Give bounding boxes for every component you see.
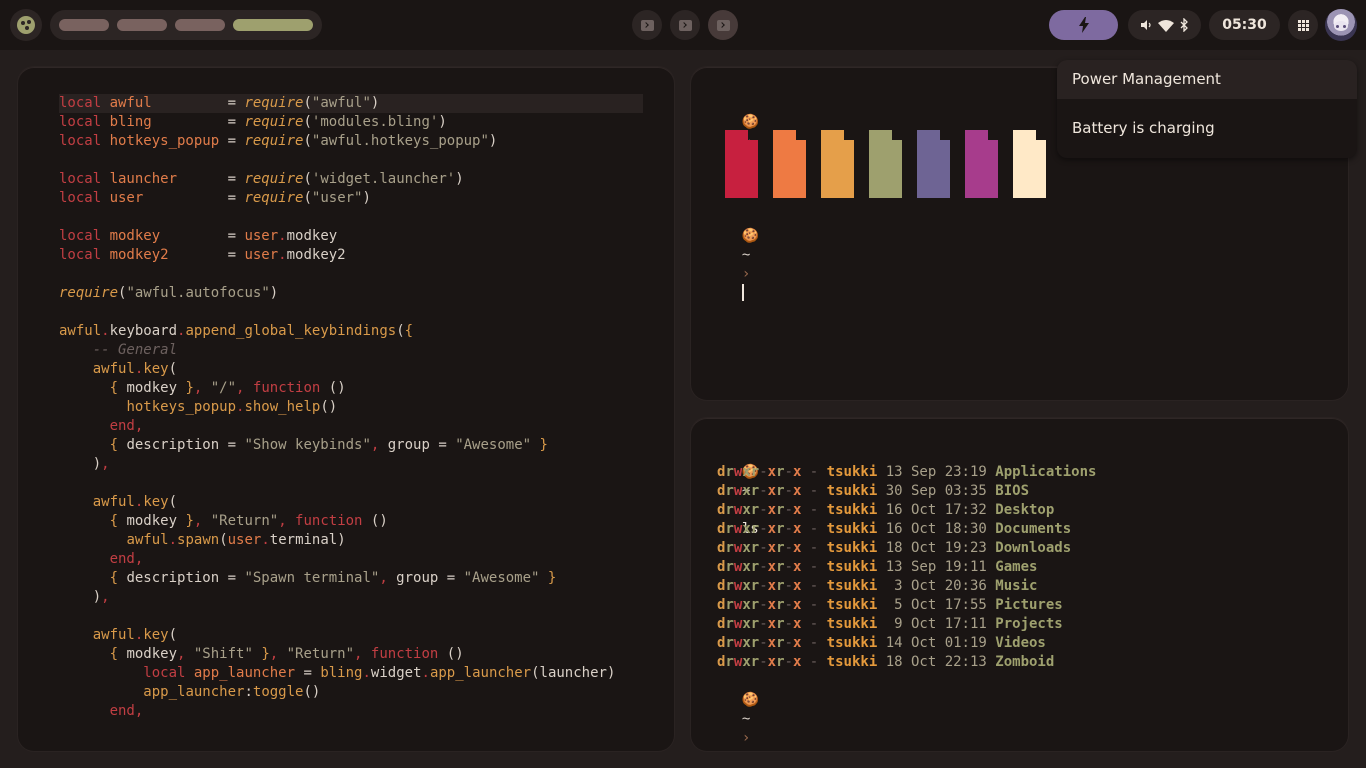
ls-entry: drwxr-xr-x - tsukki 14 Oct 01:19 Videos xyxy=(717,635,1046,651)
code-line[interactable]: awful.keyboard.append_global_keybindings… xyxy=(59,322,643,341)
workspace-tag-3[interactable] xyxy=(175,19,225,31)
cookie-icon xyxy=(17,16,35,34)
color-swatch xyxy=(773,130,806,198)
code-line[interactable] xyxy=(59,607,643,626)
editor-window[interactable]: local awful = require("awful") local blin… xyxy=(18,67,674,751)
code-line[interactable] xyxy=(59,474,643,493)
code-line[interactable]: { description = "Show keybinds", group =… xyxy=(59,436,643,455)
directory-name: Zomboid xyxy=(995,654,1055,670)
workspace-tag-4[interactable] xyxy=(233,19,313,31)
workspace-tag-1[interactable] xyxy=(59,19,109,31)
directory-name: Downloads xyxy=(995,540,1072,556)
bluetooth-icon[interactable] xyxy=(1180,18,1189,32)
lightning-icon xyxy=(1078,17,1089,33)
terminal-prompt: 🍪 ~ › xyxy=(741,692,760,746)
color-swatch xyxy=(869,130,902,198)
code-line[interactable]: ), xyxy=(59,455,643,474)
code-line[interactable]: require("awful.autofocus") xyxy=(59,284,643,303)
code-line[interactable]: awful.key( xyxy=(59,493,643,512)
color-swatch xyxy=(917,130,950,198)
avatar[interactable] xyxy=(1325,9,1357,41)
code-line[interactable] xyxy=(59,265,643,284)
code-line[interactable]: ), xyxy=(59,588,643,607)
directory-name: Projects xyxy=(995,616,1063,632)
code-view[interactable]: local awful = require("awful") local blin… xyxy=(59,94,643,721)
volume-icon[interactable] xyxy=(1140,19,1152,31)
code-line[interactable] xyxy=(59,208,643,227)
ls-entry: drwxr-xr-x - tsukki 30 Sep 03:35 BIOS xyxy=(717,483,1029,499)
code-line[interactable]: { modkey }, "Return", function () xyxy=(59,512,643,531)
code-line[interactable]: awful.key( xyxy=(59,360,643,379)
ls-entry: drwxr-xr-x - tsukki 9 Oct 17:11 Projects xyxy=(717,616,1063,632)
code-line[interactable]: end, xyxy=(59,417,643,436)
code-line[interactable] xyxy=(59,151,643,170)
code-line[interactable]: app_launcher:toggle() xyxy=(59,683,643,702)
workspace-tag-2[interactable] xyxy=(117,19,167,31)
terminal-icon xyxy=(716,19,730,31)
terminal-icon xyxy=(678,19,692,31)
app-grid-button[interactable] xyxy=(1288,10,1318,40)
color-swatch xyxy=(725,130,758,198)
ls-entry: drwxr-xr-x - tsukki 18 Oct 19:23 Downloa… xyxy=(717,540,1072,556)
color-swatch xyxy=(821,130,854,198)
directory-name: BIOS xyxy=(995,483,1029,499)
directory-name: Videos xyxy=(995,635,1046,651)
code-line[interactable]: awful.key( xyxy=(59,626,643,645)
ls-entry: drwxr-xr-x - tsukki 3 Oct 20:36 Music xyxy=(717,578,1038,594)
cookie-prompt-icon: 🍪 xyxy=(741,228,760,244)
task-terminal-1[interactable] xyxy=(632,10,662,40)
color-swatch xyxy=(965,130,998,198)
directory-name: Applications xyxy=(995,464,1097,480)
code-line[interactable]: local app_launcher = bling.widget.app_la… xyxy=(59,664,643,683)
cookie-launcher-button[interactable] xyxy=(10,9,42,41)
color-swatch xyxy=(1013,130,1046,198)
code-line[interactable]: local modkey2 = user.modkey2 xyxy=(59,246,643,265)
power-management-popup[interactable]: Power Management Battery is charging xyxy=(1057,60,1357,158)
directory-name: Documents xyxy=(995,521,1072,537)
popup-title: Power Management xyxy=(1057,60,1357,99)
ls-entry: drwxr-xr-x - tsukki 13 Sep 23:19 Applica… xyxy=(717,464,1097,480)
ls-entry: drwxr-xr-x - tsukki 13 Sep 19:11 Games xyxy=(717,559,1038,575)
code-line[interactable]: { description = "Spawn terminal", group … xyxy=(59,569,643,588)
code-line[interactable]: hotkeys_popup.show_help() xyxy=(59,398,643,417)
system-tray xyxy=(1128,10,1201,40)
ls-entry: drwxr-xr-x - tsukki 5 Oct 17:55 Pictures xyxy=(717,597,1063,613)
directory-name: Games xyxy=(995,559,1038,575)
code-line[interactable]: awful.spawn(user.terminal) xyxy=(59,531,643,550)
workspace-tags xyxy=(50,10,322,40)
code-line[interactable]: -- General xyxy=(59,341,643,360)
code-line[interactable]: local bling = require('modules.bling') xyxy=(59,113,643,132)
top-bar: 05:30 xyxy=(0,0,1366,50)
ls-entry: drwxr-xr-x - tsukki 18 Oct 22:13 Zomboid xyxy=(717,654,1055,670)
directory-name: Pictures xyxy=(995,597,1063,613)
code-line[interactable]: local hotkeys_popup = require("awful.hot… xyxy=(59,132,643,151)
wifi-icon[interactable] xyxy=(1158,19,1174,32)
code-line[interactable]: end, xyxy=(59,702,643,721)
directory-name: Desktop xyxy=(995,502,1055,518)
directory-name: Music xyxy=(995,578,1038,594)
grid-icon xyxy=(1297,19,1309,31)
text-cursor xyxy=(741,284,744,301)
code-line[interactable]: local modkey = user.modkey xyxy=(59,227,643,246)
code-line[interactable] xyxy=(59,303,643,322)
code-line[interactable]: end, xyxy=(59,550,643,569)
terminal-prompt: 🍪 ~ › xyxy=(725,208,759,304)
power-management-button[interactable] xyxy=(1049,10,1118,40)
code-line[interactable]: { modkey, "Shift" }, "Return", function … xyxy=(59,645,643,664)
code-line[interactable]: { modkey }, "/", function () xyxy=(59,379,643,398)
terminal-icon xyxy=(640,19,654,31)
clock[interactable]: 05:30 xyxy=(1209,10,1280,40)
code-line[interactable]: local awful = require("awful") xyxy=(59,94,643,113)
cookie-prompt-icon: 🍪 xyxy=(741,692,760,708)
popup-message: Battery is charging xyxy=(1072,119,1215,137)
ls-entry: drwxr-xr-x - tsukki 16 Oct 17:32 Desktop xyxy=(717,502,1055,518)
ls-entry: drwxr-xr-x - tsukki 16 Oct 18:30 Documen… xyxy=(717,521,1072,537)
cookie-prompt-icon: 🍪 xyxy=(741,114,760,130)
task-terminal-3[interactable] xyxy=(708,10,738,40)
task-terminal-2[interactable] xyxy=(670,10,700,40)
code-line[interactable]: local user = require("user") xyxy=(59,189,643,208)
code-line[interactable]: local launcher = require('widget.launche… xyxy=(59,170,643,189)
